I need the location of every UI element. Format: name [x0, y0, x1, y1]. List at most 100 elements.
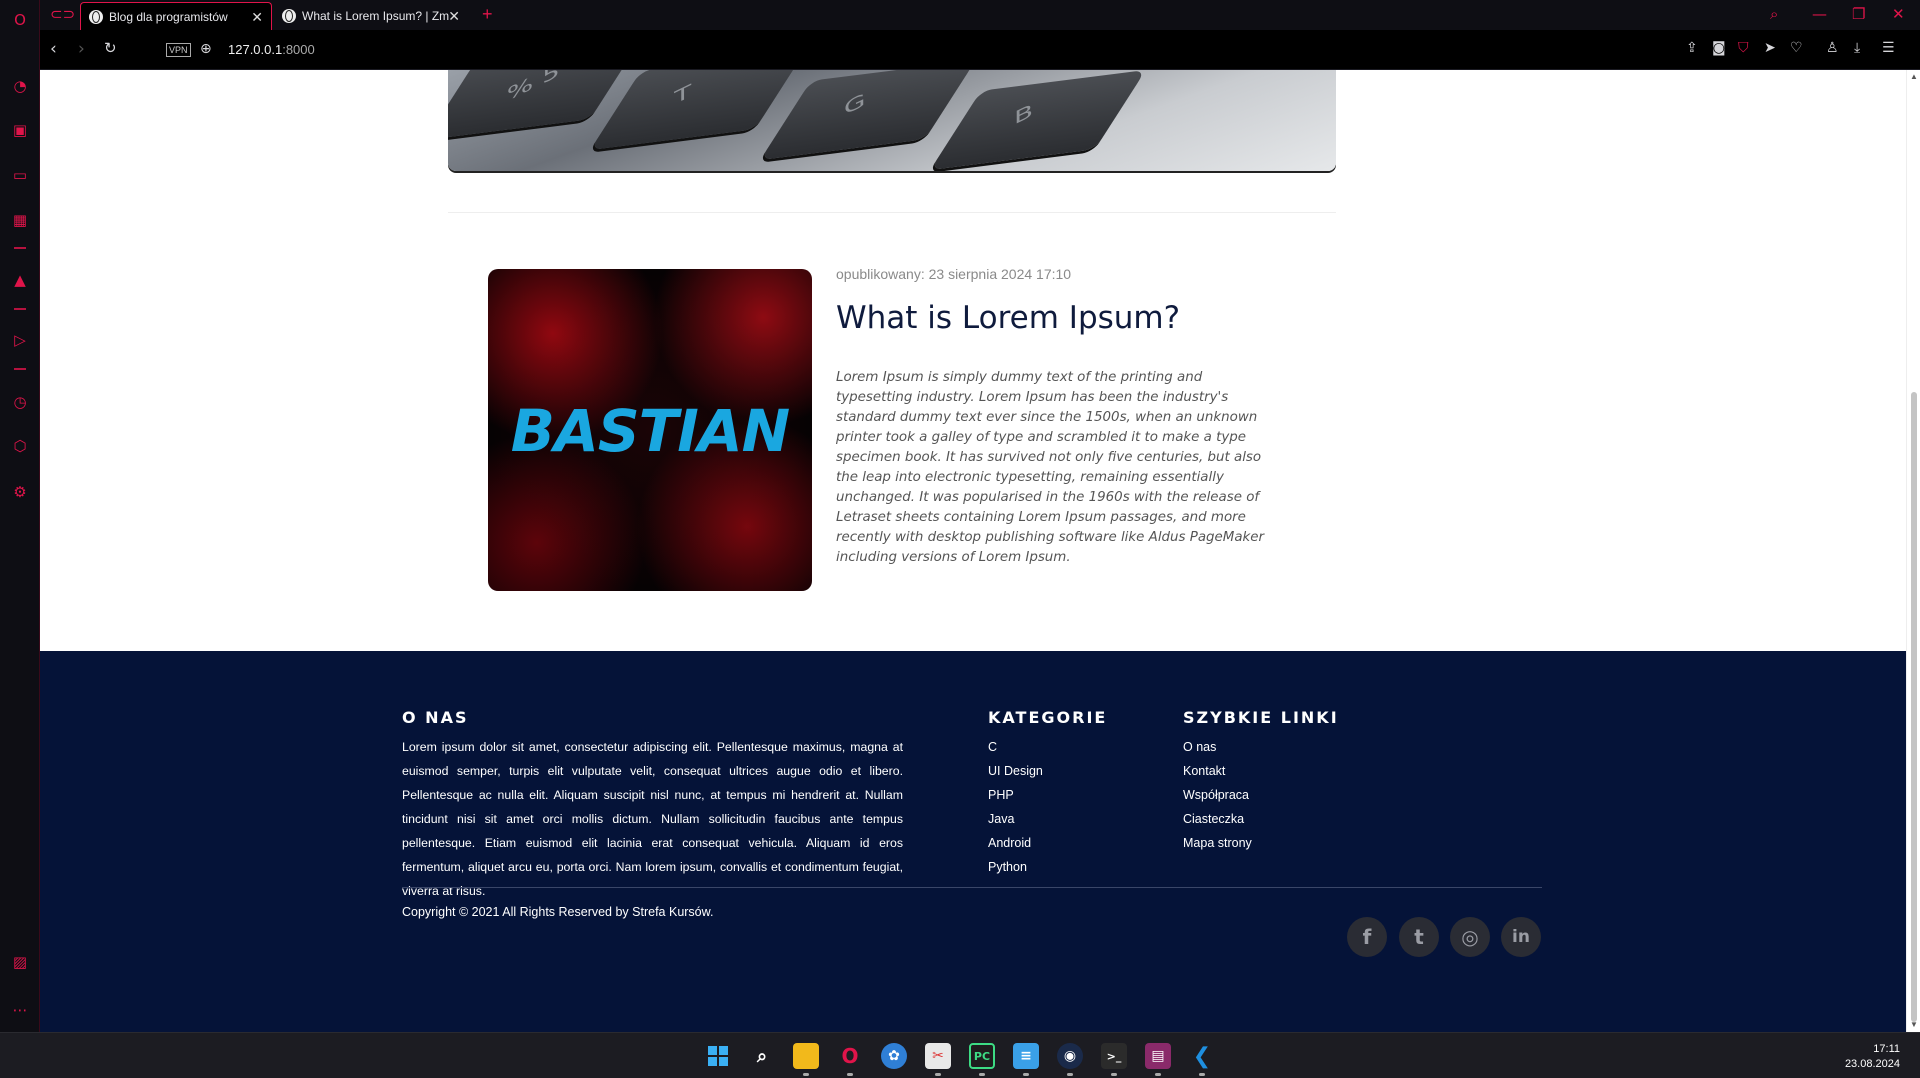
pycharm-icon[interactable]: PC — [969, 1043, 995, 1069]
player-icon[interactable]: ▷ — [8, 328, 32, 352]
search-icon[interactable]: ⌕ — [749, 1043, 775, 1069]
running-indicator — [979, 1073, 985, 1076]
tab-bar: ⊂⊃ Blog dla programistów ✕ What is Lorem… — [40, 0, 1920, 30]
running-indicator — [803, 1073, 809, 1076]
running-indicator — [1199, 1073, 1205, 1076]
quick-link[interactable]: O nas — [1183, 735, 1252, 759]
categories-heading: KATEGORIE — [988, 708, 1108, 727]
scroll-up-icon[interactable]: ▲ — [1910, 72, 1918, 81]
tab-title: What is Lorem Ipsum? | Zm — [302, 9, 450, 23]
steam-icon[interactable]: ◉ — [1057, 1043, 1083, 1069]
post-thumbnail[interactable]: BASTIAN — [488, 269, 812, 591]
bookmark-heart-icon[interactable]: ♡ — [1790, 40, 1803, 56]
back-icon[interactable]: ‹ — [50, 39, 57, 59]
reload-icon[interactable]: ↻ — [104, 39, 117, 57]
close-tab-icon[interactable]: ✕ — [251, 9, 263, 26]
more-icon[interactable]: ⋯ — [8, 998, 32, 1022]
opera-gx-icon[interactable]: O — [837, 1043, 863, 1069]
category-link[interactable]: Java — [988, 807, 1043, 831]
notepad-icon[interactable]: ≡ — [1013, 1043, 1039, 1069]
globe-icon — [282, 9, 296, 23]
twitch-icon[interactable]: ▭ — [8, 163, 32, 187]
bag-icon[interactable]: ▣ — [8, 118, 32, 142]
post-divider — [448, 212, 1336, 213]
system-clock[interactable]: 17:11 23.08.2024 — [1845, 1042, 1900, 1072]
clock-time: 17:11 — [1873, 1043, 1900, 1055]
category-link[interactable]: C — [988, 735, 1043, 759]
winrar-icon[interactable]: ▤ — [1145, 1043, 1171, 1069]
category-link[interactable]: UI Design — [988, 759, 1043, 783]
category-link[interactable]: Python — [988, 855, 1043, 879]
quick-link[interactable]: Mapa strony — [1183, 831, 1252, 855]
vpn-badge[interactable]: VPN — [166, 43, 191, 57]
category-link[interactable]: PHP — [988, 783, 1043, 807]
copyright-text: Copyright © 2021 All Rights Reserved by … — [402, 905, 714, 919]
quick-link[interactable]: Współpraca — [1183, 783, 1252, 807]
twitter-icon[interactable]: t — [1399, 917, 1439, 957]
scrollbar-thumb[interactable] — [1911, 392, 1917, 1022]
snipping-tool-icon[interactable]: ✂ — [925, 1043, 951, 1069]
close-window-icon[interactable]: ✕ — [1892, 5, 1905, 23]
start-icon[interactable] — [705, 1043, 731, 1069]
settings-gear-icon[interactable]: ⚙ — [8, 480, 32, 504]
category-link[interactable]: Android — [988, 831, 1043, 855]
terminal-icon[interactable]: >_ — [1101, 1043, 1127, 1069]
running-indicator — [935, 1073, 941, 1076]
bastian-logo: BASTIAN — [510, 397, 790, 465]
web-page: % 5 T G B BASTIAN opublikowany: 23 sierp… — [40, 70, 1906, 1032]
running-indicator — [1067, 1073, 1073, 1076]
scroll-down-icon[interactable]: ▼ — [1910, 1020, 1918, 1029]
site-footer: O NAS Lorem ipsum dolor sit amet, consec… — [40, 651, 1906, 1032]
close-tab-icon[interactable]: ✕ — [448, 8, 460, 25]
quick-links-heading: SZYBKIE LINKI — [1183, 708, 1339, 727]
categories-list: C UI Design PHP Java Android Python — [988, 735, 1043, 879]
site-info-icon[interactable]: ⊕ — [200, 41, 212, 57]
sidebar-separator — [14, 247, 26, 249]
easy-setup-icon[interactable]: ☰ — [1882, 40, 1895, 56]
speed-dial-icon[interactable]: ◔ — [8, 74, 32, 98]
send-icon[interactable]: ➤ — [1764, 40, 1776, 56]
gallery-icon[interactable]: ▨ — [8, 950, 32, 974]
extensions-icon[interactable]: ⬡ — [8, 434, 32, 458]
new-tab-button[interactable]: + — [482, 4, 493, 25]
clock-date: 23.08.2024 — [1844, 1058, 1900, 1070]
url-field[interactable]: 127.0.0.1:8000 — [228, 42, 315, 57]
quick-link[interactable]: Kontakt — [1183, 759, 1252, 783]
facebook-icon[interactable]: f — [1347, 917, 1387, 957]
share-icon[interactable]: ⇪ — [1686, 40, 1698, 56]
footer-divider — [402, 887, 1542, 888]
address-bar: ‹ › ↻ VPN ⊕ 127.0.0.1:8000 ⇪ ◙ ⛉ ➤ ♡ ♙ ⤓… — [40, 30, 1920, 70]
quick-links-list: O nas Kontakt Współpraca Ciasteczka Mapa… — [1183, 735, 1252, 855]
download-icon[interactable]: ⤓ — [1854, 40, 1860, 56]
post-excerpt: Lorem Ipsum is simply dummy text of the … — [836, 370, 1265, 565]
gamepad-icon[interactable]: ⊂⊃ — [50, 5, 75, 23]
minimize-icon[interactable]: — — [1812, 5, 1827, 23]
running-indicator — [1023, 1073, 1029, 1076]
quick-link[interactable]: Ciasteczka — [1183, 807, 1252, 831]
history-icon[interactable]: ◷ — [8, 390, 32, 414]
tab-lorem[interactable]: What is Lorem Ipsum? | Zm ✕ — [274, 2, 468, 30]
post-title[interactable]: What is Lorem Ipsum? — [836, 300, 1180, 336]
page-scrollbar[interactable]: ▲ ▼ — [1906, 70, 1920, 1032]
snapshot-icon[interactable]: ◙ — [1712, 40, 1726, 56]
app-icon[interactable]: ✿ — [881, 1043, 907, 1069]
about-heading: O NAS — [402, 708, 469, 727]
adblock-icon[interactable]: ⛉ — [1738, 40, 1749, 56]
tab-blog[interactable]: Blog dla programistów ✕ — [80, 2, 272, 30]
profile-icon[interactable]: ♙ — [1826, 40, 1839, 56]
aria-icon[interactable]: ▲ — [8, 268, 32, 292]
running-indicator — [1155, 1073, 1161, 1076]
forward-icon[interactable]: › — [78, 39, 85, 59]
calendar-icon[interactable]: ▦ — [8, 208, 32, 232]
tab-title: Blog dla programistów — [109, 9, 228, 24]
vscode-icon[interactable]: ❮ — [1189, 1043, 1215, 1069]
running-indicator — [1111, 1073, 1117, 1076]
key-image: B — [930, 70, 1146, 171]
file-explorer-icon[interactable] — [793, 1043, 819, 1069]
restore-icon[interactable]: ❐ — [1852, 5, 1865, 23]
about-text: Lorem ipsum dolor sit amet, consectetur … — [402, 740, 903, 898]
linkedin-icon[interactable]: in — [1501, 917, 1541, 957]
search-tabs-icon[interactable]: ⌕ — [1770, 5, 1778, 23]
opera-menu-icon[interactable]: O — [8, 8, 32, 32]
dribbble-icon[interactable]: ◎ — [1450, 917, 1490, 957]
